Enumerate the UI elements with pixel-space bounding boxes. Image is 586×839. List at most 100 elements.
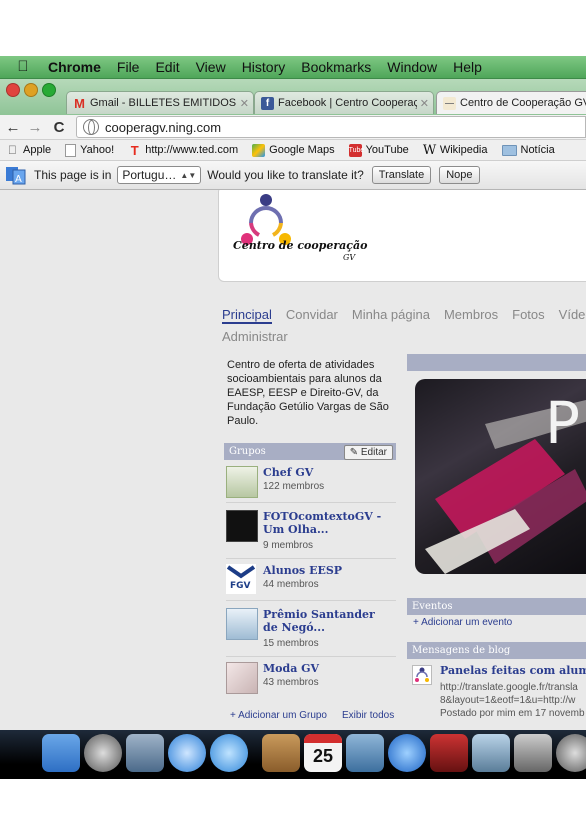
blog-author-avatar[interactable] (412, 665, 432, 685)
close-tab-icon[interactable]: ✕ (420, 97, 429, 110)
back-arrow-icon[interactable]: ← (4, 119, 22, 136)
group-item-premio-santander[interactable]: Prêmio Santander de Negó... 15 membros (226, 608, 396, 652)
featured-image[interactable]: P (415, 379, 586, 574)
bookmark-label: Yahoo! (80, 144, 115, 156)
events-header: Eventos (407, 598, 586, 615)
tab-gmail[interactable]: M Gmail - BILLETES EMITIDOS: ✕ (66, 91, 254, 114)
address-bar[interactable]: cooperagv.ning.com (76, 116, 586, 138)
blog-post-title[interactable]: Panelas feitas com alumínio (440, 664, 586, 677)
nav-principal[interactable]: Principal (222, 307, 272, 324)
blank-area (0, 779, 586, 839)
nav-administrar[interactable]: Administrar (222, 329, 288, 344)
menu-history[interactable]: History (234, 59, 294, 75)
group-name[interactable]: Moda GV (263, 662, 393, 675)
edit-groups-button[interactable]: ✎ Editar (343, 445, 393, 460)
site-description: Centro de oferta de atividades socioambi… (227, 359, 389, 427)
bookmark-label: Notícia (520, 144, 555, 156)
bookmark-wikipedia[interactable]: W Wikipedia (417, 144, 496, 157)
ted-icon: T (130, 142, 139, 158)
add-event-link[interactable]: + Adicionar um evento (413, 617, 512, 628)
bookmark-ted[interactable]: T http://www.ted.com (122, 144, 246, 157)
time-machine-icon[interactable] (556, 734, 586, 772)
divider (226, 600, 396, 601)
site-nav: Principal Convidar Minha página Membros Foto… (222, 304, 586, 348)
menu-app-chrome[interactable]: Chrome (38, 59, 109, 75)
language-select[interactable]: Portugu… ▲▼ (117, 166, 202, 184)
photo-booth-icon[interactable] (430, 734, 468, 772)
svg-text:FGV: FGV (230, 581, 251, 591)
ical-icon[interactable]: 25 (304, 734, 342, 772)
group-thumbnail (226, 662, 258, 694)
group-item-alunos-eesp[interactable]: FGV Alunos EESP 44 membros (226, 564, 396, 596)
close-tab-icon[interactable]: ✕ (240, 97, 249, 110)
group-item-chef-gv[interactable]: Chef GV 122 membros (226, 466, 396, 498)
nav-minha-pagina[interactable]: Minha página (352, 307, 430, 322)
menu-edit[interactable]: Edit (147, 59, 187, 75)
bookmark-google-maps[interactable]: Google Maps (246, 143, 342, 157)
bookmark-label: Apple (23, 144, 52, 156)
group-name[interactable]: Prêmio Santander de Negó... (263, 608, 393, 634)
bookmark-label: Google Maps (269, 144, 335, 156)
group-item-fotocomtexto[interactable]: FOTOcomtextoGV - Um Olha... 9 membros (226, 510, 396, 554)
divider (226, 656, 396, 657)
bookmark-youtube[interactable]: Tube YouTube (343, 143, 417, 157)
group-members: 122 membros (263, 481, 325, 492)
gmail-icon: M (74, 95, 85, 111)
mail-icon[interactable] (126, 734, 164, 772)
group-thumbnail (226, 466, 258, 498)
nav-videos[interactable]: Vídeos (559, 307, 586, 322)
menu-view[interactable]: View (188, 59, 234, 75)
nav-fotos[interactable]: Fotos (512, 307, 545, 322)
tab-label: Centro de Cooperação GV (460, 97, 586, 109)
ichat-icon[interactable] (210, 734, 248, 772)
group-name[interactable]: Chef GV (263, 466, 393, 479)
site-header-card: Centro de cooperação GV (218, 190, 586, 282)
menu-window[interactable]: Window (379, 59, 445, 75)
site-logo-text: Centro de cooperação (233, 239, 368, 252)
nav-membros[interactable]: Membros (444, 307, 498, 322)
group-thumbnail (226, 510, 258, 542)
group-item-moda-gv[interactable]: Moda GV 43 membros (226, 662, 396, 694)
finder-icon[interactable] (42, 734, 80, 772)
forward-arrow-icon[interactable]: → (26, 119, 44, 136)
bookmark-label: Wikipedia (439, 144, 488, 156)
bookmarks-bar:  Apple Yahoo! T http://www.ted.com Goog… (0, 140, 586, 161)
safari-icon[interactable] (168, 734, 206, 772)
bookmark-yahoo[interactable]: Yahoo! (59, 143, 122, 157)
close-window-button[interactable] (6, 83, 20, 97)
web-page: Centro de cooperação GV Principal Convida… (0, 190, 586, 730)
tab-facebook[interactable]: f Facebook | Centro Cooperaç ✕ (254, 91, 434, 114)
mac-menu-bar:  Chrome File Edit View History Bookmark… (0, 56, 586, 79)
menu-file[interactable]: File (109, 59, 148, 75)
blog-post-link[interactable]: http://translate.google.fr/transla (440, 682, 578, 693)
menu-bookmarks[interactable]: Bookmarks (293, 59, 379, 75)
bookmark-noticia-folder[interactable]: Notícia (496, 144, 563, 156)
dashboard-icon[interactable] (84, 734, 122, 772)
imovie-icon[interactable] (514, 734, 552, 772)
pencil-icon: ✎ (349, 447, 359, 458)
bookmark-apple[interactable]:  Apple (0, 143, 59, 157)
iphoto-icon[interactable] (346, 734, 384, 772)
nope-button[interactable]: Nope (439, 166, 480, 184)
address-book-icon[interactable] (262, 734, 300, 772)
minimize-window-button[interactable] (24, 83, 38, 97)
tab-cooperagv[interactable]: — Centro de Cooperação GV (436, 91, 586, 114)
ning-icon: — (443, 96, 456, 110)
itunes-icon[interactable] (388, 734, 426, 772)
translate-infobar: A This page is in Portugu… ▲▼ Would you … (0, 161, 586, 190)
zoom-window-button[interactable] (42, 83, 56, 97)
facebook-icon: f (261, 96, 274, 110)
reload-icon[interactable]: C (50, 119, 68, 136)
group-name[interactable]: FOTOcomtextoGV - Um Olha... (263, 510, 393, 536)
translate-button[interactable]: Translate (371, 166, 432, 184)
menu-help[interactable]: Help (445, 59, 490, 75)
group-members: 43 membros (263, 677, 319, 688)
apple-menu-icon[interactable]:  (14, 58, 32, 76)
image-capture-icon[interactable] (472, 734, 510, 772)
show-all-groups-link[interactable]: Exibir todos (342, 710, 394, 721)
group-name[interactable]: Alunos EESP (263, 564, 393, 577)
add-group-link[interactable]: + Adicionar um Grupo (230, 710, 327, 721)
groups-title: Grupos (229, 446, 266, 457)
nav-convidar[interactable]: Convidar (286, 307, 338, 322)
mac-dock: 25 (0, 730, 586, 779)
